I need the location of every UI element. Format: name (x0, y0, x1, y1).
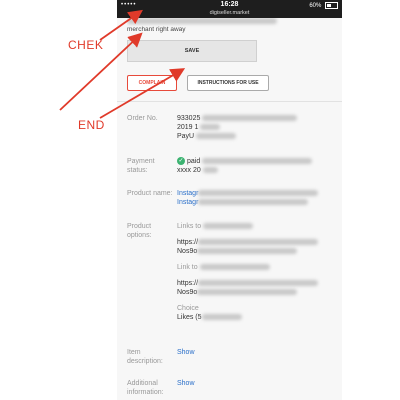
end-annotation: END (78, 118, 105, 132)
chek-annotation: CHEK (68, 38, 104, 52)
end-arrow-save (99, 68, 186, 119)
annotation-arrows (59, 9, 186, 119)
chek-arrow (99, 9, 143, 41)
